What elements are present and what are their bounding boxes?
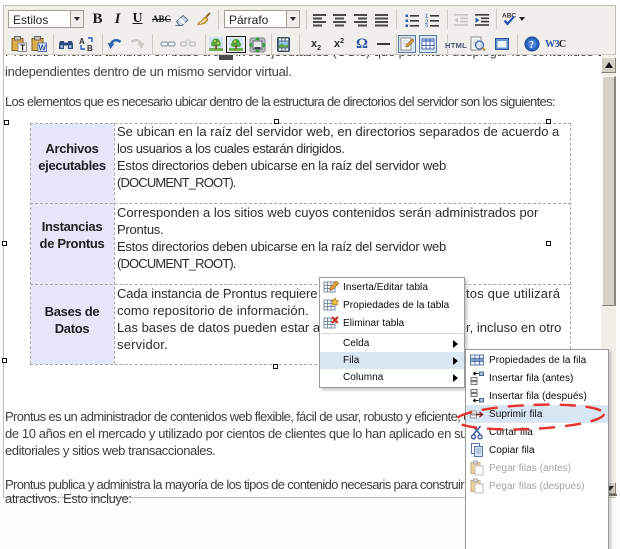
svg-text:ABC: ABC bbox=[502, 13, 516, 20]
svg-text:B: B bbox=[87, 44, 93, 52]
svg-text:?: ? bbox=[529, 40, 534, 51]
svg-text:W: W bbox=[39, 44, 47, 53]
svg-text:3: 3 bbox=[425, 25, 429, 27]
svg-text:A: A bbox=[79, 37, 85, 46]
svg-text:T: T bbox=[20, 43, 26, 53]
